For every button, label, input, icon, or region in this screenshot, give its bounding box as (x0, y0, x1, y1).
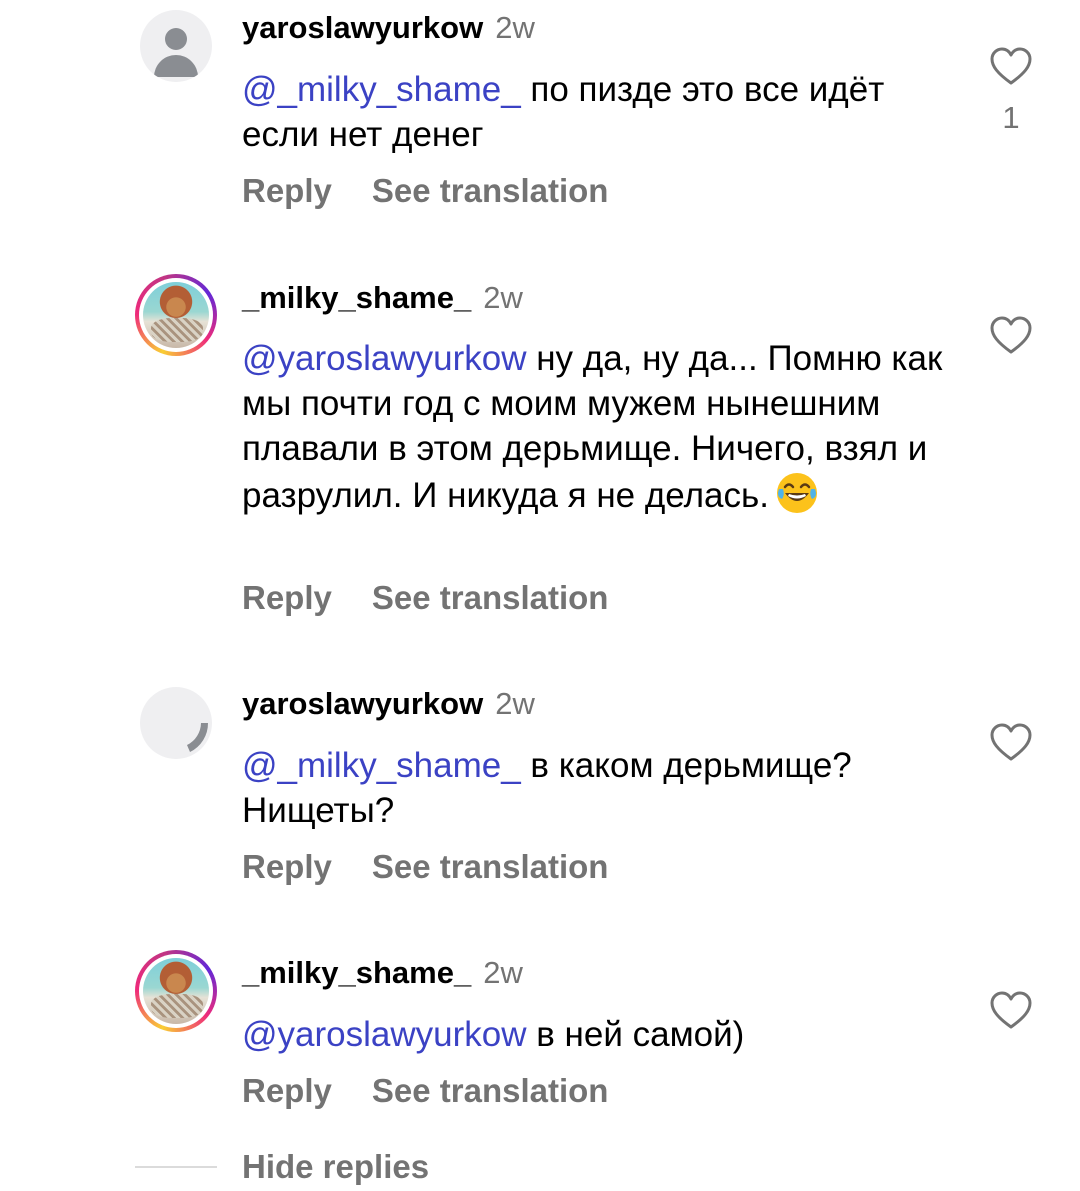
heart-outline-icon[interactable] (989, 315, 1033, 355)
heart-outline-icon[interactable] (989, 990, 1033, 1030)
comment-actions: Reply See translation (242, 848, 608, 886)
comment-actions: Reply See translation (242, 579, 608, 617)
comment-header: _milky_shame_ 2w (242, 955, 523, 991)
see-translation-button[interactable]: See translation (372, 848, 609, 886)
comment-actions: Reply See translation (242, 172, 608, 210)
mention-link[interactable]: @_milky_shame_ (242, 746, 521, 785)
heart-outline-icon[interactable] (989, 46, 1033, 86)
hide-replies-button[interactable]: Hide replies (242, 1148, 429, 1186)
comment-actions: Reply See translation (242, 1072, 608, 1110)
timestamp: 2w (495, 686, 535, 721)
username-link[interactable]: _milky_shame_ (242, 955, 471, 990)
reply-button[interactable]: Reply (242, 1072, 332, 1110)
see-translation-button[interactable]: See translation (372, 1072, 609, 1110)
face-with-tears-of-joy-icon (776, 473, 817, 513)
replies-divider (135, 1166, 217, 1168)
loading-spinner-icon (187, 723, 209, 752)
comment-text: @_milky_shame_ в каком дерьмище? Нищеты? (242, 743, 962, 833)
photo-detail (151, 994, 203, 1018)
heart-outline-icon[interactable] (989, 722, 1033, 762)
reply-button[interactable]: Reply (242, 848, 332, 886)
username-link[interactable]: yaroslawyurkow (242, 10, 483, 45)
story-avatar-icon[interactable] (135, 274, 217, 356)
profile-photo (143, 958, 209, 1024)
default-avatar-icon[interactable] (140, 10, 212, 82)
timestamp: 2w (483, 955, 523, 990)
mention-link[interactable]: @yaroslawyurkow (242, 339, 527, 378)
comment-header: _milky_shame_ 2w (242, 280, 523, 316)
comment-header: yaroslawyurkow 2w (242, 10, 535, 46)
username-link[interactable]: yaroslawyurkow (242, 686, 483, 721)
like-count: 1 (1002, 100, 1020, 135)
silhouette-head (165, 28, 187, 50)
loading-avatar-icon[interactable] (140, 687, 212, 759)
photo-detail (151, 318, 203, 342)
comment-text: @yaroslawyurkow ну да, ну да... Помню ка… (242, 336, 962, 518)
timestamp: 2w (495, 10, 535, 45)
comment-text: @yaroslawyurkow в ней самой) (242, 1012, 962, 1057)
mention-link[interactable]: @_milky_shame_ (242, 70, 521, 109)
silhouette-body (154, 55, 198, 77)
see-translation-button[interactable]: See translation (372, 172, 609, 210)
see-translation-button[interactable]: See translation (372, 579, 609, 617)
username-link[interactable]: _milky_shame_ (242, 280, 471, 315)
timestamp: 2w (483, 280, 523, 315)
reply-button[interactable]: Reply (242, 579, 332, 617)
comment-body: в ней самой) (526, 1015, 745, 1054)
story-avatar-icon[interactable] (135, 950, 217, 1032)
comment-text: @_milky_shame_ по пизде это все идёт есл… (242, 67, 962, 157)
profile-photo (143, 282, 209, 348)
comment-header: yaroslawyurkow 2w (242, 686, 535, 722)
reply-button[interactable]: Reply (242, 172, 332, 210)
mention-link[interactable]: @yaroslawyurkow (242, 1015, 527, 1054)
